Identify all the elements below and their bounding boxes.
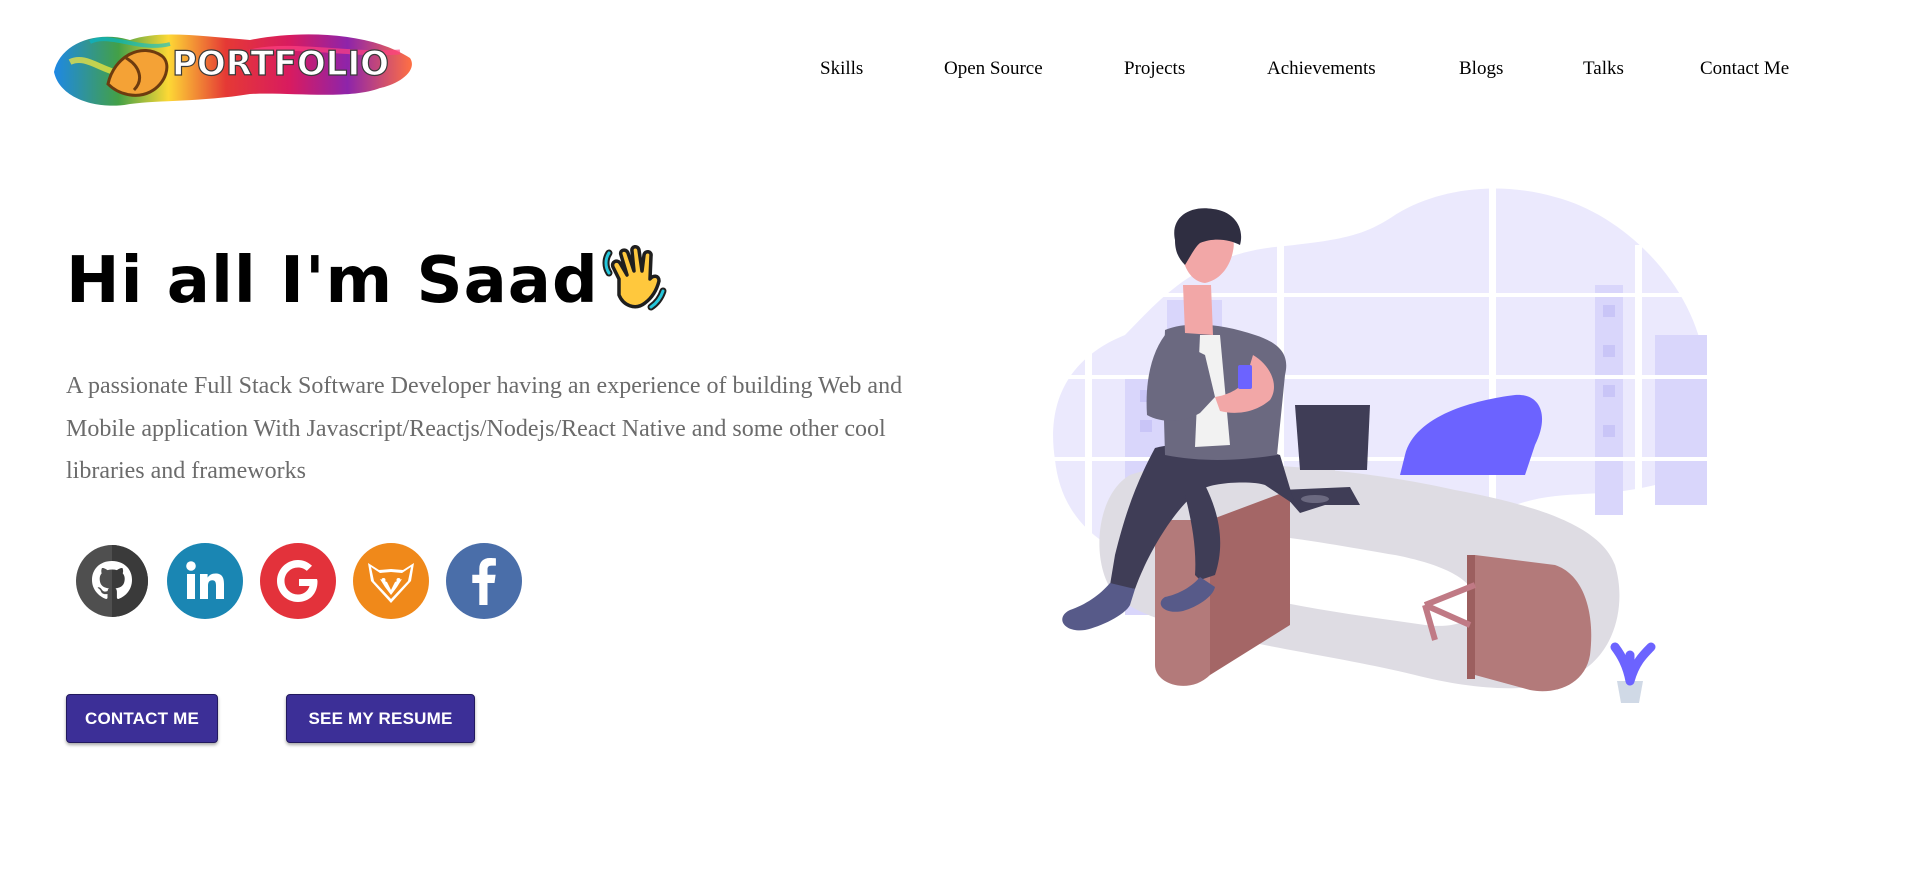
hero-greeting: Hi all I'm Saad [66,236,673,326]
google-icon [260,543,336,619]
nav-item-achievements[interactable]: Achievements [1267,58,1376,80]
waving-hand-icon [602,245,667,311]
developer-at-desk-illustration-icon [1045,185,1715,703]
see-my-resume-button[interactable]: SEE MY RESUME [286,694,475,743]
gitlab-fox-icon [353,543,429,619]
google-link[interactable] [260,543,336,619]
github-icon [76,545,148,617]
facebook-icon [446,543,522,619]
linkedin-icon [167,543,243,619]
logo-text: PORTFOLIO [172,44,389,84]
gitlab-link[interactable] [353,543,429,619]
github-link[interactable] [74,543,150,619]
nav-item-skills[interactable]: Skills [820,58,863,80]
portfolio-logo[interactable]: PORTFOLIO [50,22,420,114]
paint-splash-logo-icon: PORTFOLIO [54,34,412,106]
developer-desk-illustration [1015,185,1715,765]
nav-item-projects[interactable]: Projects [1124,58,1185,80]
nav-item-blogs[interactable]: Blogs [1459,58,1503,80]
facebook-link[interactable] [446,543,522,619]
greeting-heading: Hi all I'm Saad [66,244,599,318]
nav-item-talks[interactable]: Talks [1583,58,1624,80]
intro-paragraph: A passionate Full Stack Software Develop… [66,373,903,484]
nav-item-open-source[interactable]: Open Source [944,58,1043,80]
linkedin-link[interactable] [167,543,243,619]
contact-me-button[interactable]: CONTACT ME [66,694,218,743]
nav-item-contact-me[interactable]: Contact Me [1700,58,1789,80]
